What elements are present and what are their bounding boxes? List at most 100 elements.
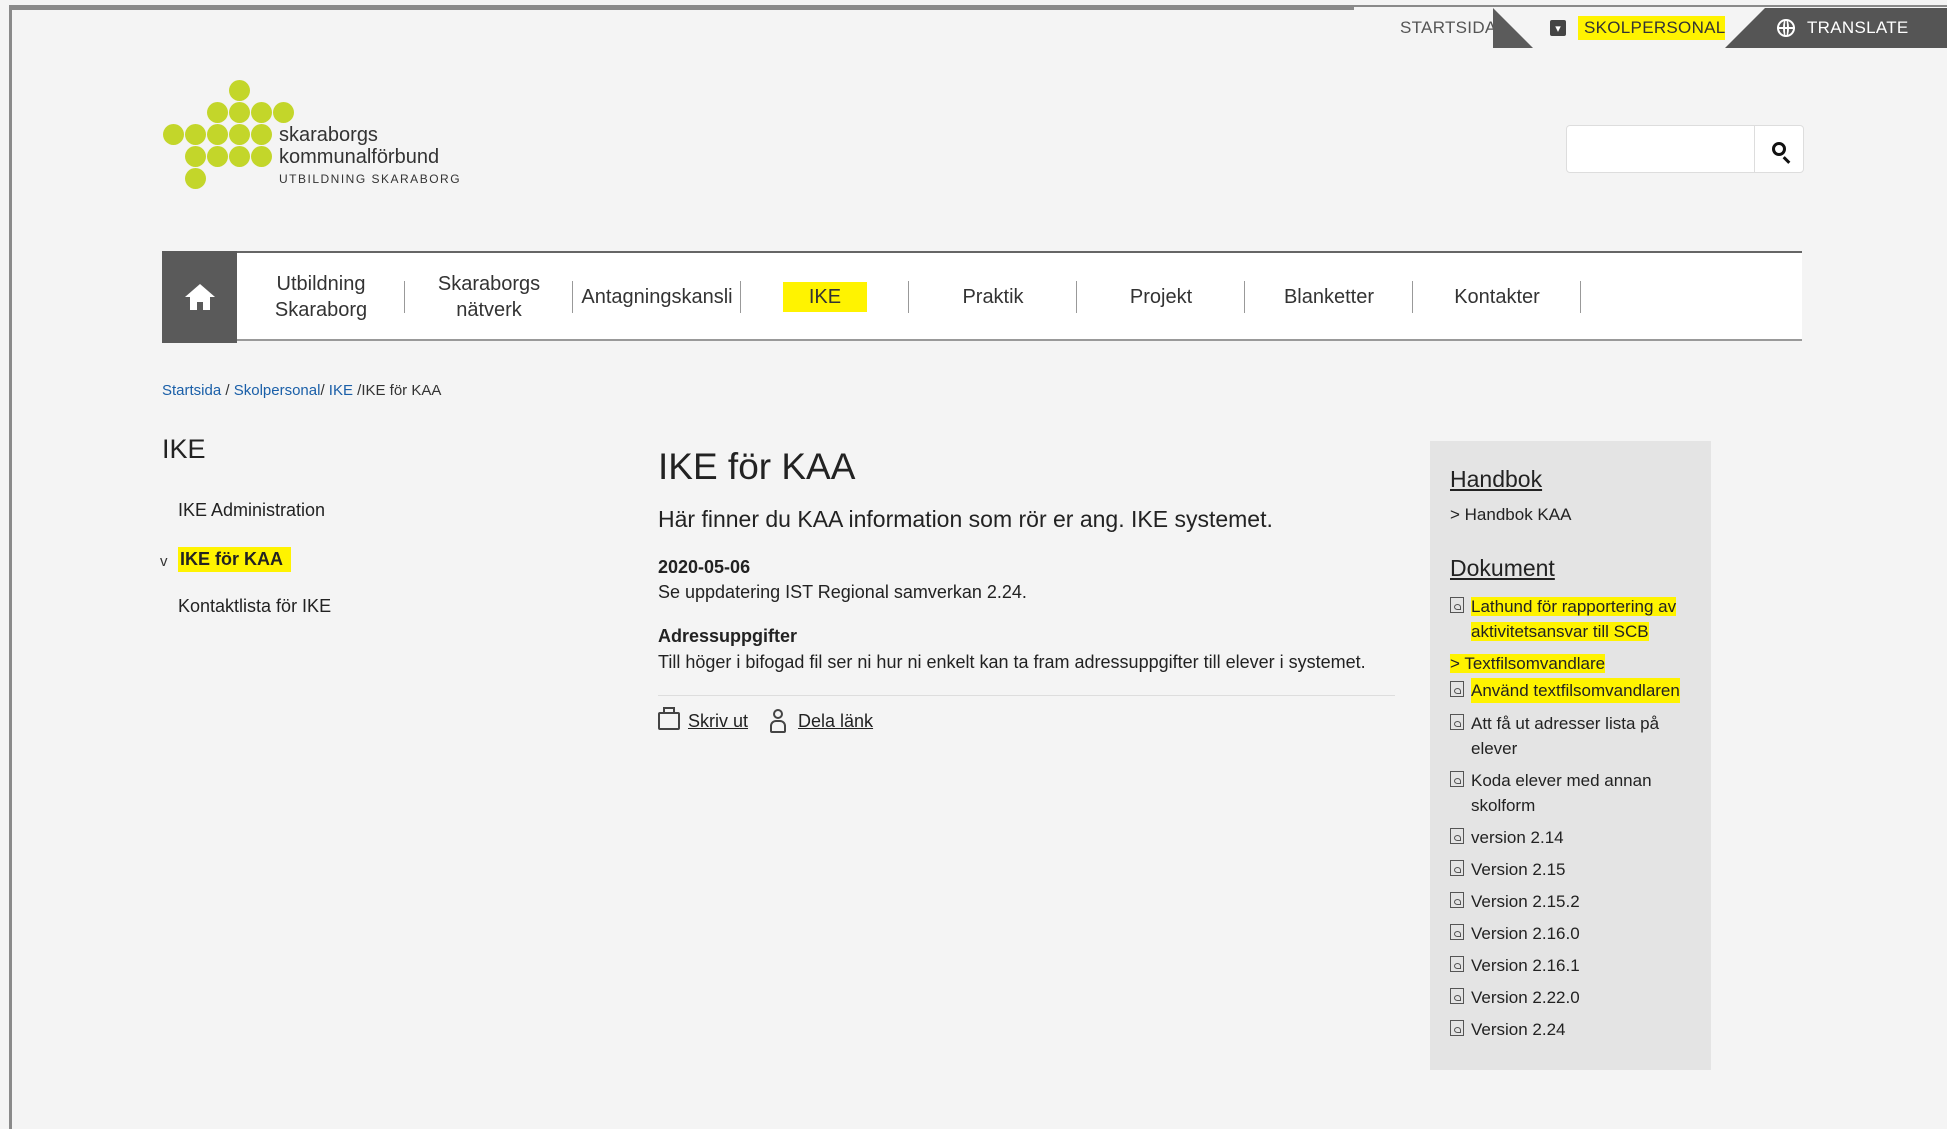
printer-icon xyxy=(658,707,680,730)
logo-text[interactable]: skaraborgs kommunalförbund UTBILDNING SK… xyxy=(279,124,461,186)
share-label: Dela länk xyxy=(798,710,874,731)
doc-link-version[interactable]: Version 2.16.1 xyxy=(1450,953,1715,978)
related-sidebar: Handbok > Handbok KAA Dokument Lathund f… xyxy=(1430,441,1711,1070)
news-date: 2020-05-06 xyxy=(658,557,751,577)
nav-item-antagningskansli[interactable]: Antagningskansli xyxy=(573,253,741,341)
doc-link-version[interactable]: Version 2.15.2 xyxy=(1450,889,1715,914)
doc-link-lathund[interactable]: Lathund för rapportering av aktivitetsans… xyxy=(1450,594,1715,644)
breadcrumb-startsida[interactable]: Startsida xyxy=(162,382,221,399)
doc-label: > Textfilsomvandlare xyxy=(1450,654,1606,673)
logo-line1: skaraborgs xyxy=(279,124,378,146)
share-person-icon xyxy=(770,709,787,733)
topbar-startsida-link[interactable]: STARTSIDA xyxy=(1400,8,1497,48)
address-text: Till höger i bifogad fil ser ni hur ni e… xyxy=(658,652,1366,672)
handbok-kaa-link[interactable]: > Handbok KAA xyxy=(1450,505,1571,525)
handbok-heading[interactable]: Handbok xyxy=(1450,466,1542,493)
dropdown-icon: ▾ xyxy=(1550,20,1566,36)
doc-label: Version 2.24 xyxy=(1471,1020,1566,1039)
doc-label: elever xyxy=(1471,739,1518,758)
share-link[interactable]: Dela länk xyxy=(770,709,873,733)
doc-link-version[interactable]: Version 2.22.0 xyxy=(1450,985,1715,1010)
nav-label: Skaraborg xyxy=(274,299,368,321)
dokument-heading[interactable]: Dokument xyxy=(1450,555,1555,582)
divider xyxy=(658,695,1395,696)
pdf-icon xyxy=(1450,681,1464,697)
nav-label: nätverk xyxy=(456,299,522,321)
topbar-skolpersonal-label: SKOLPERSONAL xyxy=(1578,16,1732,40)
doc-link-adresser[interactable]: Att få ut adresser lista på elever xyxy=(1450,711,1715,761)
page-lead: Här finner du KAA information som rör er… xyxy=(658,506,1273,532)
doc-link-anvand-textfilsomvandlaren[interactable]: Använd textfilsomvandlaren xyxy=(1450,678,1715,703)
logo-line3: UTBILDNING SKARABORG xyxy=(279,172,462,186)
page-tools: Skriv ut Dela länk xyxy=(658,707,895,733)
pdf-icon xyxy=(1450,956,1464,972)
breadcrumb-ike[interactable]: IKE xyxy=(329,382,353,399)
doc-label: version 2.14 xyxy=(1471,828,1564,847)
nav-label: Antagningskansli xyxy=(581,286,733,308)
doc-label: Version 2.16.0 xyxy=(1471,924,1580,943)
left-menu-ike-administration[interactable]: IKE Administration xyxy=(178,500,325,521)
pdf-icon xyxy=(1450,597,1464,613)
doc-label: Koda elever med annan xyxy=(1471,771,1652,790)
doc-label: Version 2.22.0 xyxy=(1471,988,1580,1007)
doc-label: Version 2.16.1 xyxy=(1471,956,1580,975)
nav-label: Utbildning xyxy=(276,273,366,295)
search-input[interactable] xyxy=(1573,132,1757,166)
search-icon xyxy=(1772,142,1786,156)
left-menu-ike-for-kaa[interactable]: IKE för KAA xyxy=(178,547,291,572)
nav-label: IKE xyxy=(782,282,868,312)
pdf-icon xyxy=(1450,892,1464,908)
breadcrumb-skolpersonal[interactable]: Skolpersonal xyxy=(234,382,321,399)
window-frame-left xyxy=(9,8,12,1129)
translate-label: TRANSLATE xyxy=(1807,18,1909,37)
nav-item-blanketter[interactable]: Blanketter xyxy=(1245,253,1413,341)
pdf-icon xyxy=(1450,988,1464,1004)
nav-item-skaraborgs-natverk[interactable]: Skaraborgs nätverk xyxy=(405,253,573,341)
topbar-divider xyxy=(1493,8,1533,48)
pdf-icon xyxy=(1450,714,1464,730)
window-frame-top-thin xyxy=(1354,5,1947,7)
logo-line2: kommunalförbund xyxy=(279,146,440,168)
doc-label: aktivitetsansvar till SCB xyxy=(1471,622,1649,641)
expanded-marker: v xyxy=(160,553,168,570)
nav-item-projekt[interactable]: Projekt xyxy=(1077,253,1245,341)
doc-label: Att få ut adresser lista på xyxy=(1471,714,1660,733)
doc-label: Version 2.15.2 xyxy=(1471,892,1580,911)
nav-label: Projekt xyxy=(1129,286,1193,308)
doc-link-version[interactable]: version 2.14 xyxy=(1450,825,1715,850)
pdf-icon xyxy=(1450,860,1464,876)
nav-label: Kontakter xyxy=(1454,286,1540,308)
top-bar: STARTSIDA ▾ SKOLPERSONAL TRANSLATE xyxy=(1380,8,1947,48)
nav-item-ike[interactable]: IKE xyxy=(741,253,909,341)
doc-label: Lathund för rapportering av xyxy=(1471,597,1677,616)
nav-label: Blanketter xyxy=(1283,286,1375,308)
doc-link-textfilsomvandlare[interactable]: > Textfilsomvandlare xyxy=(1450,654,1606,674)
home-button[interactable] xyxy=(162,251,237,343)
nav-item-utbildning-skaraborg[interactable]: Utbildning Skaraborg xyxy=(237,253,405,341)
doc-link-version[interactable]: Version 2.24 xyxy=(1450,1017,1715,1042)
nav-item-kontakter[interactable]: Kontakter xyxy=(1413,253,1581,341)
address-heading: Adressuppgifter xyxy=(658,626,798,646)
pdf-icon xyxy=(1450,924,1464,940)
doc-link-version[interactable]: Version 2.15 xyxy=(1450,857,1715,882)
search-box xyxy=(1566,125,1804,173)
print-label: Skriv ut xyxy=(688,710,749,731)
doc-label: skolform xyxy=(1471,796,1536,815)
search-button[interactable] xyxy=(1754,126,1803,172)
doc-link-version[interactable]: Version 2.16.0 xyxy=(1450,921,1715,946)
globe-icon xyxy=(1777,19,1795,37)
topbar-skolpersonal-link[interactable]: ▾ SKOLPERSONAL xyxy=(1550,8,1732,48)
nav-item-praktik[interactable]: Praktik xyxy=(909,253,1077,341)
left-menu-kontaktlista[interactable]: Kontaktlista för IKE xyxy=(178,596,331,617)
page-title: IKE för KAA xyxy=(658,446,856,487)
doc-label: Version 2.15 xyxy=(1471,860,1566,879)
home-icon xyxy=(184,284,215,310)
main-navigation: Utbildning Skaraborg Skaraborgs nätverk An… xyxy=(162,251,1802,343)
left-menu-title: IKE xyxy=(162,434,206,464)
pdf-icon xyxy=(1450,1020,1464,1036)
translate-divider xyxy=(1725,8,1765,48)
print-link[interactable]: Skriv ut xyxy=(658,707,749,732)
nav-label: Skaraborgs xyxy=(437,273,541,295)
doc-link-koda-elever[interactable]: Koda elever med annan skolform xyxy=(1450,768,1715,818)
breadcrumb-current: IKE för KAA xyxy=(361,382,442,399)
